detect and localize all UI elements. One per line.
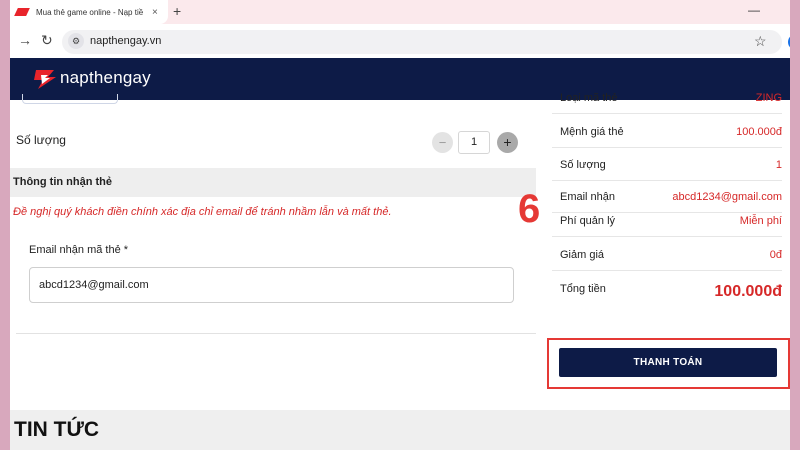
email-field[interactable]: abcd1234@gmail.com bbox=[29, 267, 514, 303]
order-form: Số lượng − 1 + Thông tin nhận thẻ Đề ngh… bbox=[10, 94, 536, 410]
summary-value: 0đ bbox=[769, 249, 782, 261]
url-text[interactable]: napthengay.vn bbox=[90, 35, 161, 47]
divider bbox=[16, 333, 536, 334]
summary-value: 1 bbox=[775, 159, 782, 171]
tab-strip: Mua thẻ game online - Nạp tiề × + — bbox=[10, 0, 790, 24]
quantity-label: Số lượng bbox=[16, 133, 66, 147]
email-field-label: Email nhận mã thẻ * bbox=[29, 244, 129, 256]
summary-label: Số lượng bbox=[560, 159, 606, 171]
bookmark-star-icon[interactable]: ☆ bbox=[754, 33, 767, 50]
summary-row-total: Tổng tiền 100.000đ bbox=[552, 277, 782, 321]
summary-label: Tổng tiền bbox=[560, 283, 606, 295]
address-bar[interactable]: ⚙ napthengay.vn ☆ bbox=[62, 30, 782, 54]
email-field-value[interactable]: abcd1234@gmail.com bbox=[39, 279, 149, 291]
summary-row-fee: Phí quản lý Miễn phí bbox=[552, 207, 782, 237]
quantity-decrease-button[interactable]: − bbox=[432, 132, 453, 153]
summary-total-value: 100.000đ bbox=[714, 283, 782, 300]
summary-row-denomination: Mệnh giá thẻ 100.000đ bbox=[552, 118, 782, 148]
lightning-logo-icon[interactable] bbox=[32, 68, 58, 90]
site-settings-icon[interactable]: ⚙ bbox=[68, 33, 84, 49]
summary-label: Giảm giá bbox=[560, 249, 605, 261]
summary-value: 100.000đ bbox=[736, 126, 782, 138]
summary-value: abcd1234@gmail.com bbox=[672, 191, 782, 203]
browser-tab[interactable]: Mua thẻ game online - Nạp tiề × bbox=[10, 0, 168, 24]
reload-icon[interactable]: ↻ bbox=[41, 32, 53, 48]
quantity-increase-button[interactable]: + bbox=[497, 132, 518, 153]
browser-toolbar: → ↻ ⚙ napthengay.vn ☆ bbox=[10, 24, 790, 58]
summary-label: Loại mã thẻ bbox=[560, 92, 618, 104]
new-tab-button[interactable]: + bbox=[173, 3, 181, 19]
summary-label: Mệnh giá thẻ bbox=[560, 126, 624, 138]
pay-button[interactable]: THANH TOÁN bbox=[559, 348, 777, 377]
summary-row-quantity: Số lượng 1 bbox=[552, 151, 782, 181]
minimize-window-button[interactable]: — bbox=[748, 3, 760, 17]
close-tab-icon[interactable]: × bbox=[152, 7, 158, 18]
quantity-input[interactable]: 1 bbox=[458, 131, 490, 154]
card-type-badge bbox=[22, 94, 118, 104]
tab-title: Mua thẻ game online - Nạp tiề bbox=[36, 7, 144, 17]
summary-row-discount: Giảm giá 0đ bbox=[552, 241, 782, 271]
site-favicon-icon bbox=[16, 7, 28, 17]
step-annotation-number: 6 bbox=[518, 187, 541, 231]
section-title: Thông tin nhận thẻ bbox=[13, 176, 112, 188]
news-heading: TIN TỨC bbox=[14, 418, 100, 441]
profile-avatar-icon[interactable] bbox=[788, 34, 790, 50]
summary-value: Miễn phí bbox=[739, 215, 782, 227]
summary-value: ZING bbox=[755, 92, 782, 104]
summary-label: Email nhận bbox=[560, 191, 616, 203]
card-info-section-header: Thông tin nhận thẻ bbox=[10, 168, 536, 197]
order-summary: Loại mã thẻ ZING Mệnh giá thẻ 100.000đ S… bbox=[540, 92, 790, 330]
news-section: TIN TỨC bbox=[10, 410, 790, 450]
summary-row-card-type: Loại mã thẻ ZING bbox=[552, 84, 782, 114]
forward-arrow-icon[interactable]: → bbox=[18, 32, 32, 48]
summary-label: Phí quản lý bbox=[560, 215, 616, 227]
email-warning-text: Đề nghị quý khách điền chính xác địa chỉ… bbox=[13, 206, 392, 218]
site-logo-text[interactable]: napthengay bbox=[60, 68, 151, 88]
